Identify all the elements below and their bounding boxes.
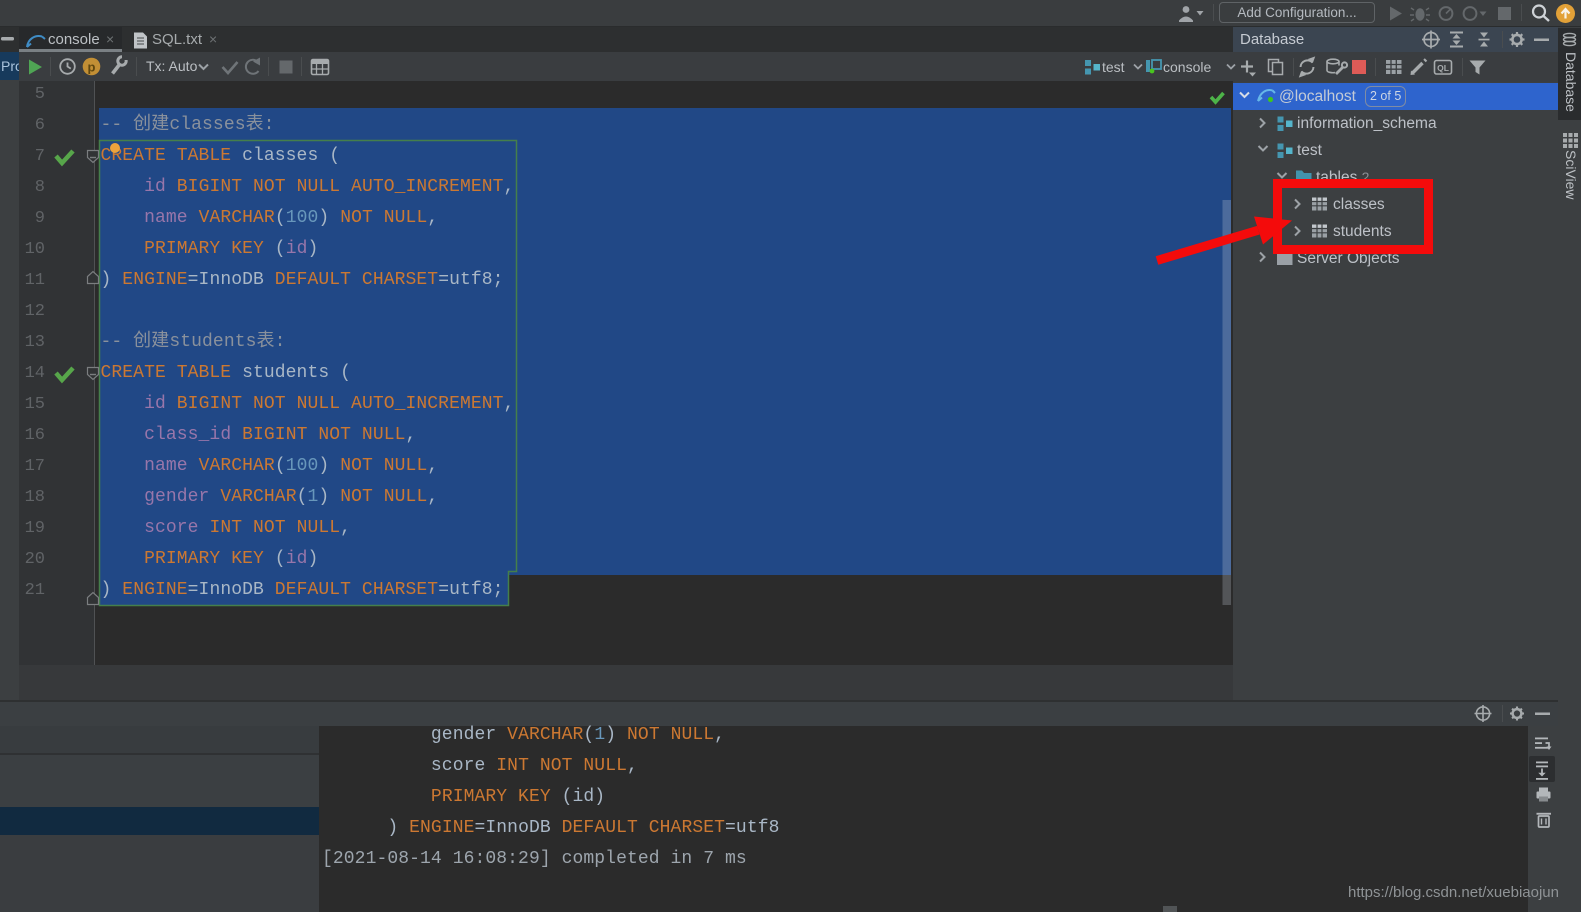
svg-text:QL: QL: [1437, 63, 1449, 73]
svg-text:p: p: [88, 60, 96, 75]
